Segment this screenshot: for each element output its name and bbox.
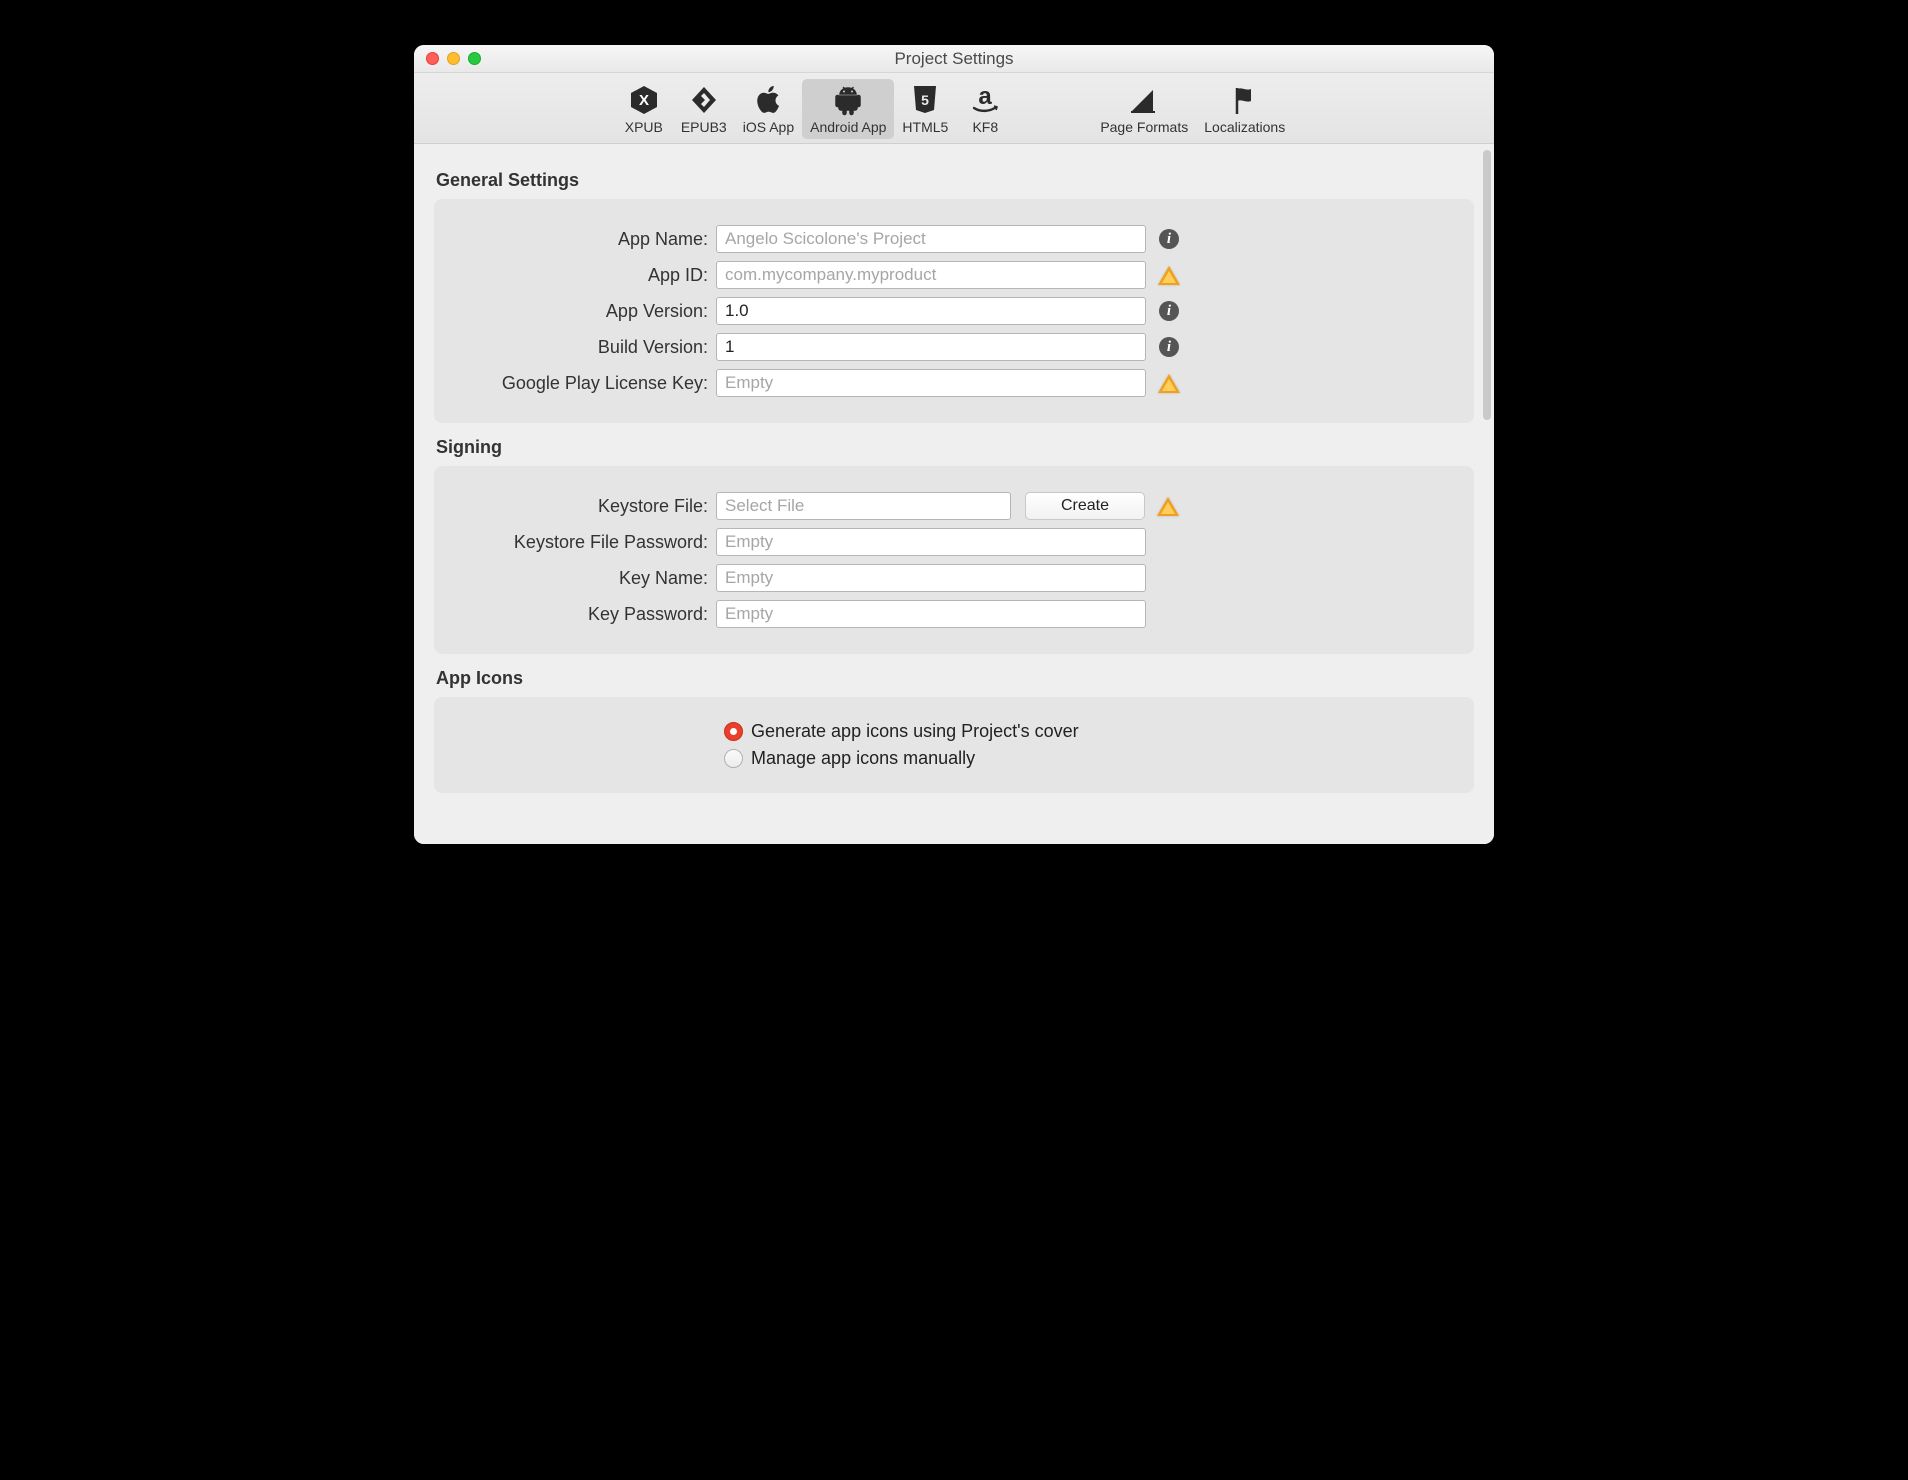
tab-epub3[interactable]: EPUB3 [673, 79, 735, 139]
radio-row-manual[interactable]: Manage app icons manually [724, 748, 1454, 769]
info-icon[interactable]: i [1158, 336, 1180, 358]
html5-icon: 5 [910, 83, 940, 117]
svg-text:X: X [639, 92, 649, 109]
tab-label: Localizations [1204, 119, 1285, 135]
input-app-name[interactable] [716, 225, 1146, 253]
input-license-key[interactable] [716, 369, 1146, 397]
tab-html5[interactable]: 5 HTML5 [894, 79, 956, 139]
row-keystore-password: Keystore File Password: [454, 528, 1454, 556]
row-app-version: App Version: i [454, 297, 1454, 325]
section-title-signing: Signing [436, 437, 1474, 458]
window-close-button[interactable] [426, 52, 439, 65]
tab-page-formats[interactable]: Page Formats [1092, 79, 1196, 139]
xpub-icon: X [628, 83, 660, 117]
titlebar: Project Settings [414, 45, 1494, 73]
window-zoom-button[interactable] [468, 52, 481, 65]
tab-android-app[interactable]: Android App [802, 79, 894, 139]
flag-icon [1230, 83, 1260, 117]
row-key-name: Key Name: [454, 564, 1454, 592]
svg-text:5: 5 [921, 92, 929, 108]
content-area: General Settings App Name: i App ID: App… [414, 144, 1494, 844]
info-icon[interactable]: i [1158, 228, 1180, 250]
page-formats-icon [1127, 83, 1161, 117]
input-keystore-password[interactable] [716, 528, 1146, 556]
warning-icon[interactable] [1157, 495, 1179, 517]
tab-kf8[interactable]: a KF8 [956, 79, 1014, 139]
label-key-password: Key Password: [454, 604, 716, 625]
project-settings-window: Project Settings X XPUB EPUB3 iOS App [414, 45, 1494, 844]
tab-label: EPUB3 [681, 119, 727, 135]
warning-icon[interactable] [1158, 264, 1180, 286]
row-license-key: Google Play License Key: [454, 369, 1454, 397]
label-license-key: Google Play License Key: [454, 373, 716, 394]
svg-text:a: a [979, 84, 993, 110]
input-keystore-file[interactable] [716, 492, 1011, 520]
scrollbar-thumb[interactable] [1483, 150, 1491, 420]
row-key-password: Key Password: [454, 600, 1454, 628]
tab-label: HTML5 [902, 119, 948, 135]
tab-label: Page Formats [1100, 119, 1188, 135]
tab-label: iOS App [743, 119, 794, 135]
label-keystore-password: Keystore File Password: [454, 532, 716, 553]
row-keystore-file: Keystore File: Create [454, 492, 1454, 520]
section-signing-body: Keystore File: Create Keystore File Pass… [434, 466, 1474, 654]
tab-label: Android App [810, 119, 886, 135]
label-key-name: Key Name: [454, 568, 716, 589]
section-title-general: General Settings [436, 170, 1474, 191]
row-app-id: App ID: [454, 261, 1454, 289]
label-build-version: Build Version: [454, 337, 716, 358]
row-app-name: App Name: i [454, 225, 1454, 253]
label-app-version: App Version: [454, 301, 716, 322]
label-app-id: App ID: [454, 265, 716, 286]
input-key-name[interactable] [716, 564, 1146, 592]
toolbar: X XPUB EPUB3 iOS App Androi [414, 73, 1494, 144]
tab-label: XPUB [625, 119, 663, 135]
radio-generate-icon[interactable] [724, 722, 743, 741]
section-app-icons-body: Generate app icons using Project's cover… [434, 697, 1474, 793]
tab-localizations[interactable]: Localizations [1196, 79, 1293, 139]
radio-manual-label: Manage app icons manually [751, 748, 975, 769]
row-build-version: Build Version: i [454, 333, 1454, 361]
epub3-icon [688, 83, 720, 117]
tab-label: KF8 [972, 119, 998, 135]
apple-icon [753, 83, 783, 117]
tab-xpub[interactable]: X XPUB [615, 79, 673, 139]
radio-manual-icon[interactable] [724, 749, 743, 768]
amazon-icon: a [969, 83, 1001, 117]
label-keystore-file: Keystore File: [454, 496, 716, 517]
section-general-body: App Name: i App ID: App Version: i Build… [434, 199, 1474, 423]
section-title-app-icons: App Icons [436, 668, 1474, 689]
info-icon[interactable]: i [1158, 300, 1180, 322]
window-minimize-button[interactable] [447, 52, 460, 65]
create-keystore-button[interactable]: Create [1025, 492, 1145, 520]
tab-ios-app[interactable]: iOS App [735, 79, 802, 139]
warning-icon[interactable] [1158, 372, 1180, 394]
input-app-id[interactable] [716, 261, 1146, 289]
android-icon [832, 83, 864, 117]
radio-row-generate[interactable]: Generate app icons using Project's cover [724, 721, 1454, 742]
label-app-name: App Name: [454, 229, 716, 250]
radio-generate-label: Generate app icons using Project's cover [751, 721, 1079, 742]
input-key-password[interactable] [716, 600, 1146, 628]
input-app-version[interactable] [716, 297, 1146, 325]
input-build-version[interactable] [716, 333, 1146, 361]
window-title: Project Settings [414, 49, 1494, 69]
